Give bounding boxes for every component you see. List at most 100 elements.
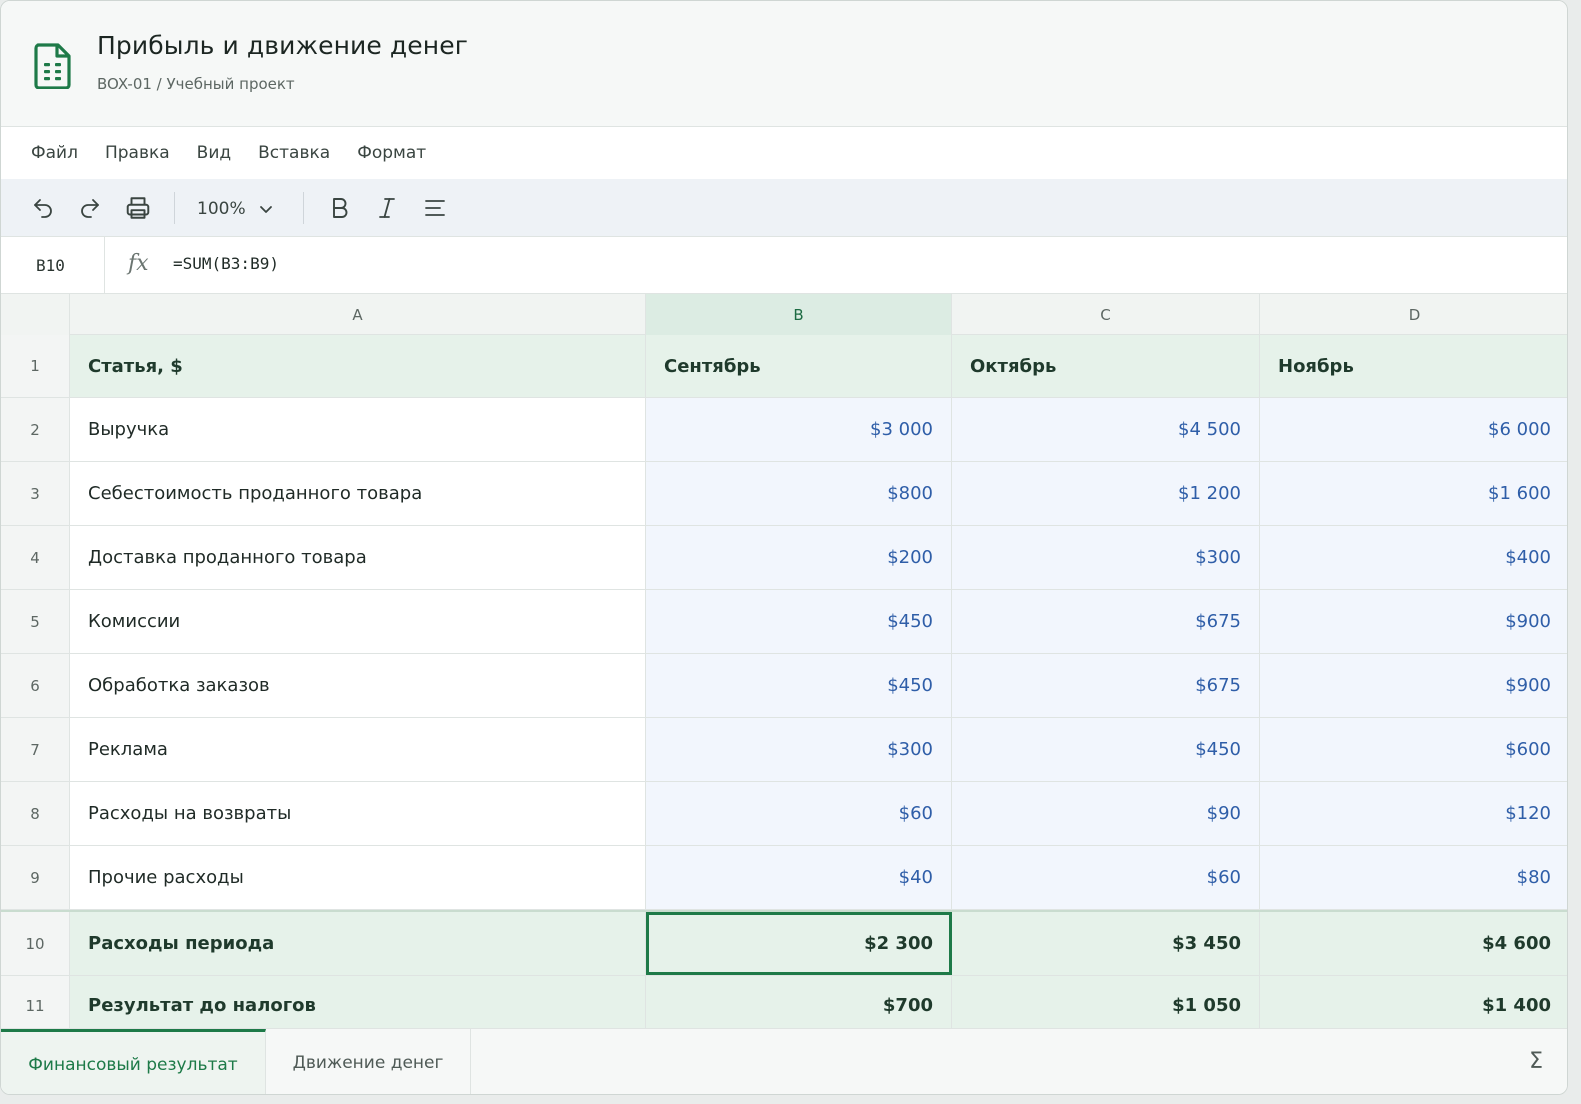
cell-a8[interactable]: Расходы на возвраты [70,782,646,845]
select-all-corner[interactable] [1,294,70,335]
toolbar-divider [174,192,175,224]
cell-b10[interactable]: $2 300 [646,912,952,975]
cell-a10[interactable]: Расходы периода [70,912,646,975]
column-header-b[interactable]: B [646,294,952,335]
align-icon [425,200,445,216]
spreadsheet-window: Прибыль и движение денег BOX-01 / Учебны… [0,0,1568,1095]
formula-bar: B10 fx =SUM(B3:B9) [1,237,1567,294]
cell-d7[interactable]: $600 [1260,718,1567,781]
row-number[interactable]: 2 [1,398,70,461]
cell-c5[interactable]: $675 [952,590,1260,653]
cell-a9[interactable]: Прочие расходы [70,846,646,909]
bold-icon [333,198,348,218]
sheet-tab-cash-flow[interactable]: Движение денег [266,1029,471,1094]
cell-a5[interactable]: Комиссии [70,590,646,653]
cell-b7[interactable]: $300 [646,718,952,781]
row-number[interactable]: 6 [1,654,70,717]
cell-d1[interactable]: Ноябрь [1260,335,1567,397]
column-header-a[interactable]: A [70,294,646,335]
undo-icon [34,199,52,218]
cell-a11[interactable]: Результат до налогов [70,976,646,1028]
table-row: 8 Расходы на возвраты $60 $90 $120 [1,782,1567,846]
cell-c6[interactable]: $675 [952,654,1260,717]
row-number[interactable]: 7 [1,718,70,781]
cell-b5[interactable]: $450 [646,590,952,653]
cell-d10[interactable]: $4 600 [1260,912,1567,975]
cell-c2[interactable]: $4 500 [952,398,1260,461]
cell-c9[interactable]: $60 [952,846,1260,909]
column-header-row: A B C D [1,294,1567,335]
cell-d4[interactable]: $400 [1260,526,1567,589]
cell-d5[interactable]: $900 [1260,590,1567,653]
cell-d11[interactable]: $1 400 [1260,976,1567,1028]
italic-button[interactable] [372,193,402,223]
undo-button[interactable] [28,193,58,223]
table-header-row: 1 Статья, $ Сентябрь Октябрь Ноябрь [1,335,1567,398]
cell-c1[interactable]: Октябрь [952,335,1260,397]
formula-input[interactable]: =SUM(B3:B9) [173,254,279,273]
cell-a6[interactable]: Обработка заказов [70,654,646,717]
cell-d6[interactable]: $900 [1260,654,1567,717]
print-icon [126,197,150,219]
cell-c3[interactable]: $1 200 [952,462,1260,525]
chevron-down-icon [259,206,272,213]
cell-a2[interactable]: Выручка [70,398,646,461]
cell-a7[interactable]: Реклама [70,718,646,781]
table-row: 3 Себестоимость проданного товара $800 $1 2… [1,462,1567,526]
cell-b9[interactable]: $40 [646,846,952,909]
document-title[interactable]: Прибыль и движение денег [97,31,468,60]
row-number[interactable]: 11 [1,976,70,1028]
table-row: 7 Реклама $300 $450 $600 [1,718,1567,782]
cell-b6[interactable]: $450 [646,654,952,717]
cell-b3[interactable]: $800 [646,462,952,525]
cell-a1[interactable]: Статья, $ [70,335,646,397]
row-number[interactable]: 9 [1,846,70,909]
cell-c11[interactable]: $1 050 [952,976,1260,1028]
table-row: 11 Результат до налогов $700 $1 050 $1 400 [1,976,1567,1028]
row-number[interactable]: 10 [1,912,70,975]
spreadsheet-doc-icon [34,43,71,89]
table-row: 2 Выручка $3 000 $4 500 $6 000 [1,398,1567,462]
cell-c8[interactable]: $90 [952,782,1260,845]
cell-c4[interactable]: $300 [952,526,1260,589]
zoom-value: 100% [197,199,246,219]
cell-d2[interactable]: $6 000 [1260,398,1567,461]
cell-reference-box[interactable]: B10 [1,237,105,294]
menu-edit[interactable]: Правка [105,143,170,163]
bold-button[interactable] [325,193,355,223]
row-number[interactable]: 5 [1,590,70,653]
column-header-c[interactable]: C [952,294,1260,335]
column-header-d[interactable]: D [1260,294,1567,335]
menu-insert[interactable]: Вставка [258,143,330,163]
sheet-tab-financial-result[interactable]: Финансовый результат [1,1029,266,1094]
table-row: 10 Расходы периода $2 300 $3 450 $4 600 [1,910,1567,976]
align-button[interactable] [420,193,450,223]
menu-format[interactable]: Формат [357,143,426,163]
cell-d3[interactable]: $1 600 [1260,462,1567,525]
cell-b2[interactable]: $3 000 [646,398,952,461]
table-row: 6 Обработка заказов $450 $675 $900 [1,654,1567,718]
cell-d9[interactable]: $80 [1260,846,1567,909]
cell-c7[interactable]: $450 [952,718,1260,781]
redo-button[interactable] [75,193,105,223]
row-number[interactable]: 1 [1,335,70,397]
row-number[interactable]: 4 [1,526,70,589]
cell-a3[interactable]: Себестоимость проданного товара [70,462,646,525]
table-row: 5 Комиссии $450 $675 $900 [1,590,1567,654]
sheet-tabs-bar: Финансовый результат Движение денег Σ [1,1028,1567,1094]
table-row: 9 Прочие расходы $40 $60 $80 [1,846,1567,910]
print-button[interactable] [123,193,153,223]
cell-b4[interactable]: $200 [646,526,952,589]
menu-view[interactable]: Вид [197,143,231,163]
menu-file[interactable]: Файл [31,143,78,163]
cell-b8[interactable]: $60 [646,782,952,845]
cell-d8[interactable]: $120 [1260,782,1567,845]
row-number[interactable]: 8 [1,782,70,845]
sum-icon[interactable]: Σ [1529,1049,1543,1074]
zoom-select[interactable]: 100% [197,196,274,222]
cell-a4[interactable]: Доставка проданного товара [70,526,646,589]
cell-b11[interactable]: $700 [646,976,952,1028]
row-number[interactable]: 3 [1,462,70,525]
cell-b1[interactable]: Сентябрь [646,335,952,397]
cell-c10[interactable]: $3 450 [952,912,1260,975]
